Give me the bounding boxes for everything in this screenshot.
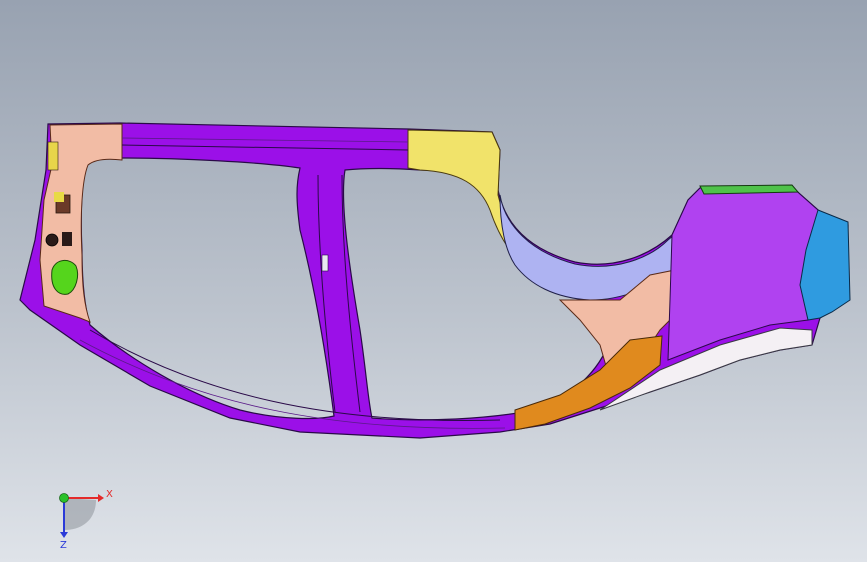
green-bracket-part[interactable] (51, 260, 79, 295)
z-axis-label: Z (60, 540, 67, 551)
cad-viewport[interactable]: X Z (0, 0, 867, 562)
y-axis-dot (59, 493, 69, 503)
pillar-hole (45, 233, 59, 247)
triad-shadow (64, 498, 96, 530)
bpillar-slot (321, 254, 329, 272)
top-rail-part[interactable] (699, 184, 800, 195)
sill-line-2 (79, 339, 506, 429)
pillar-slot (62, 232, 72, 246)
body-side-model[interactable] (0, 0, 867, 562)
x-axis-arrow (98, 494, 104, 502)
z-axis-arrow (60, 532, 68, 538)
axis-triad: X Z (59, 489, 113, 551)
pillar-top-block (47, 141, 59, 171)
pillar-yellow-tab (54, 192, 64, 202)
x-axis-label: X (106, 489, 113, 500)
